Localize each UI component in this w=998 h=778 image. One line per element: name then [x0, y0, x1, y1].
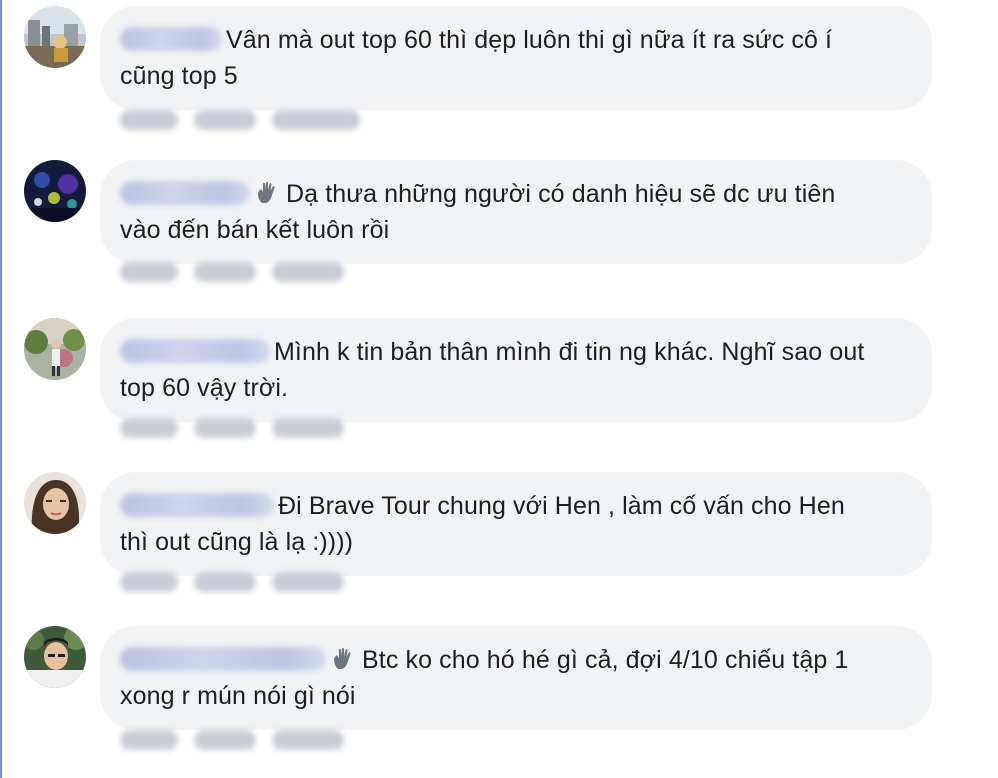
- timestamp: [272, 110, 360, 130]
- commenter-name[interactable]: [120, 339, 270, 363]
- commenter-name[interactable]: [120, 647, 326, 671]
- comment-bubble: Đi Brave Tour chung với Hen , làm cố vấn…: [100, 472, 932, 576]
- timestamp: [272, 730, 344, 750]
- comment-item: Vân mà out top 60 thì dẹp luôn thi gì nữ…: [2, 6, 998, 156]
- avatar[interactable]: [24, 472, 86, 534]
- comment-text: Dạ thưa những người có danh hiệu sẽ dc ư…: [286, 180, 836, 208]
- comment-thread: Vân mà out top 60 thì dẹp luôn thi gì nữ…: [0, 0, 998, 778]
- comment-bubble: Vân mà out top 60 thì dẹp luôn thi gì nữ…: [100, 6, 932, 110]
- like-link[interactable]: [120, 418, 178, 438]
- reply-link[interactable]: [194, 418, 256, 438]
- avatar[interactable]: [24, 318, 86, 380]
- commenter-name[interactable]: [120, 181, 250, 205]
- reply-link[interactable]: [194, 572, 256, 592]
- reply-link[interactable]: [194, 110, 256, 130]
- commenter-name[interactable]: [120, 27, 222, 51]
- comment-actions: [120, 262, 360, 286]
- timestamp: [272, 262, 344, 282]
- comment-actions: [120, 110, 376, 134]
- comment-bubble: Mình k tin bản thân mình đi tin ng khác.…: [100, 318, 932, 422]
- timestamp: [272, 572, 344, 592]
- comment-bubble: Btc ko cho hó hé gì cả, đợi 4/10 chiếu t…: [100, 626, 932, 730]
- comment-text: Đi Brave Tour chung với Hen , làm cố vấn…: [278, 492, 845, 520]
- comment-text: xong r mún nói gì nói: [120, 682, 356, 710]
- like-link[interactable]: [120, 262, 178, 282]
- comment-text: vào đến bán kết luôn rồi: [120, 216, 390, 244]
- comment-text: Vân mà out top 60 thì dẹp luôn thi gì nữ…: [226, 26, 833, 54]
- comment-text: Mình k tin bản thân mình đi tin ng khác.…: [274, 338, 865, 366]
- commenter-name[interactable]: [120, 493, 274, 517]
- comment-item: Mình k tin bản thân mình đi tin ng khác.…: [2, 318, 998, 468]
- like-link[interactable]: [120, 572, 178, 592]
- comment-text: thì out cũng là lạ :)))): [120, 528, 354, 556]
- comment-actions: [120, 418, 360, 442]
- comment-text: Btc ko cho hó hé gì cả, đợi 4/10 chiếu t…: [362, 646, 849, 674]
- reply-link[interactable]: [194, 730, 256, 750]
- comment-text: cũng top 5: [120, 62, 238, 90]
- like-link[interactable]: [120, 110, 178, 130]
- like-link[interactable]: [120, 730, 178, 750]
- avatar[interactable]: [24, 160, 86, 222]
- comment-bubble: Dạ thưa những người có danh hiệu sẽ dc ư…: [100, 160, 932, 264]
- timestamp: [272, 418, 344, 438]
- waving-hand-icon: [330, 646, 356, 672]
- comment-item: Dạ thưa những người có danh hiệu sẽ dc ư…: [2, 160, 998, 310]
- avatar[interactable]: [24, 6, 86, 68]
- reply-link[interactable]: [194, 262, 256, 282]
- comment-item: Btc ko cho hó hé gì cả, đợi 4/10 chiếu t…: [2, 626, 998, 776]
- comment-item: Đi Brave Tour chung với Hen , làm cố vấn…: [2, 472, 998, 622]
- waving-hand-icon: [254, 180, 280, 206]
- comment-actions: [120, 572, 360, 596]
- comment-text: top 60 vậy trời.: [120, 374, 289, 402]
- comment-actions: [120, 730, 360, 754]
- avatar[interactable]: [24, 626, 86, 688]
